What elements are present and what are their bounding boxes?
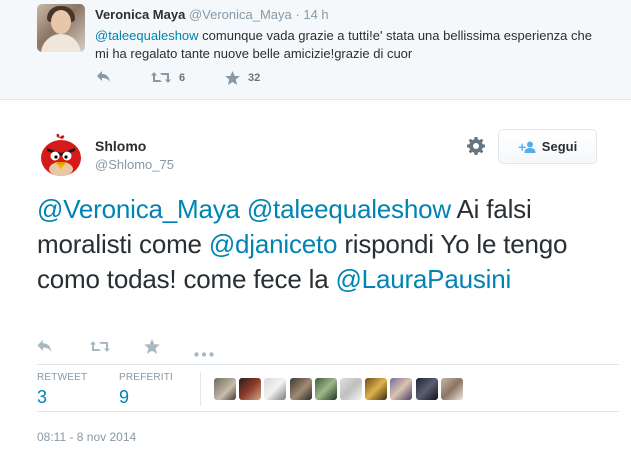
display-name[interactable]: Veronica Maya: [95, 7, 185, 22]
favorite-count: 32: [248, 72, 261, 84]
stat-value: 9: [119, 387, 130, 407]
retweet-button[interactable]: 6: [151, 71, 185, 84]
divider: [200, 372, 201, 406]
add-user-icon: [518, 141, 536, 153]
avatar[interactable]: [415, 378, 438, 400]
stat-value: 3: [37, 387, 48, 407]
username[interactable]: @Veronica_Maya: [189, 7, 292, 22]
star-icon: [225, 71, 240, 85]
tweet-text: @Veronica_Maya @taleequaleshow Ai falsi …: [37, 192, 617, 297]
reply-icon: [97, 71, 110, 82]
stat-label: RETWEET: [37, 372, 88, 383]
retweet-stat[interactable]: RETWEET 3: [37, 372, 87, 408]
reply-button[interactable]: [97, 71, 111, 83]
mention-link[interactable]: @djaniceto: [209, 229, 338, 259]
mention-link[interactable]: @taleequaleshow: [247, 194, 451, 224]
divider: [37, 364, 619, 365]
avatar[interactable]: [314, 378, 337, 400]
angry-bird-avatar: [37, 131, 85, 179]
reply-icon: [37, 340, 52, 352]
avatar[interactable]: [365, 378, 388, 400]
avatar[interactable]: [214, 378, 236, 400]
avatar[interactable]: [390, 378, 413, 400]
favoriters-avatars: [214, 378, 466, 400]
avatar-face: [51, 10, 71, 34]
divider: [37, 411, 619, 412]
retweet-icon: [151, 72, 171, 83]
avatar[interactable]: [37, 131, 85, 179]
avatar-shoulder: [41, 34, 81, 52]
display-name[interactable]: Shlomo: [95, 138, 146, 154]
follow-label: Segui: [541, 139, 578, 154]
username[interactable]: @Shlomo_75: [95, 157, 174, 172]
mention-link[interactable]: @LauraPausini: [335, 264, 511, 294]
gear-icon[interactable]: [467, 137, 485, 155]
parent-tweet-header: Veronica Maya @Veronica_Maya · 14 h: [95, 7, 329, 22]
separator-dot: ·: [295, 7, 300, 22]
reply-button[interactable]: [37, 340, 53, 358]
tweet-text-segment: [240, 194, 247, 224]
parent-tweet[interactable]: Veronica Maya @Veronica_Maya · 14 h @tal…: [0, 0, 631, 100]
more-button[interactable]: [194, 344, 214, 362]
favorite-button[interactable]: [144, 339, 160, 359]
avatar[interactable]: [239, 378, 262, 400]
timestamp[interactable]: 14 h: [303, 7, 328, 22]
retweet-count: 6: [179, 71, 186, 84]
avatar[interactable]: [264, 378, 287, 400]
tweet-text: @taleequaleshow comunque vada grazie a t…: [95, 27, 595, 63]
retweet-icon: [90, 341, 110, 352]
mention-link[interactable]: @taleequaleshow: [95, 28, 199, 43]
mention-link[interactable]: @Veronica_Maya: [37, 194, 240, 224]
avatar[interactable]: [440, 378, 463, 400]
star-icon: [144, 339, 160, 354]
follow-button[interactable]: Segui: [498, 129, 597, 164]
favorite-button[interactable]: 32: [225, 71, 260, 85]
favorites-stat[interactable]: PREFERITI 9: [119, 372, 173, 408]
retweet-button[interactable]: [90, 340, 110, 358]
avatar[interactable]: [339, 378, 362, 400]
avatar[interactable]: [37, 4, 85, 52]
more-icon: [194, 352, 214, 357]
tweet-date[interactable]: 08:11 - 8 nov 2014: [37, 430, 136, 444]
stat-label: PREFERITI: [119, 372, 174, 383]
avatar[interactable]: [289, 378, 312, 400]
